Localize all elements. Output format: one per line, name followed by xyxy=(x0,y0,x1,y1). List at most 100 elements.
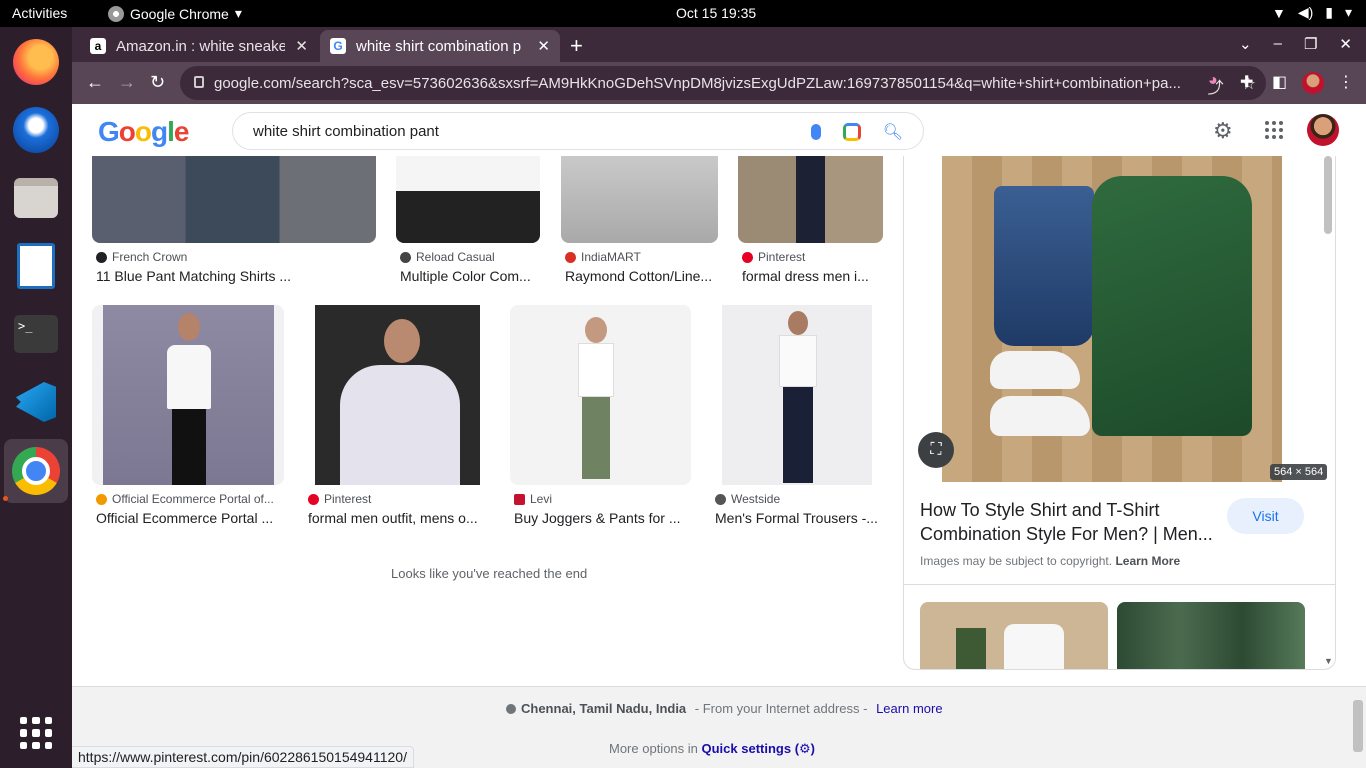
kebab-menu-icon[interactable]: ⋮ xyxy=(1338,72,1354,92)
result-title[interactable]: 11 Blue Pant Matching Shirts ... xyxy=(96,268,291,284)
result-title[interactable]: formal dress men i... xyxy=(742,268,869,284)
close-window-icon[interactable]: ✕ xyxy=(1339,35,1352,53)
dock-chrome[interactable] xyxy=(4,439,68,503)
clock[interactable]: Oct 15 19:35 xyxy=(676,5,756,21)
show-apps-icon[interactable] xyxy=(20,717,52,749)
result-image[interactable] xyxy=(92,156,376,243)
amazon-favicon-icon: a xyxy=(90,38,106,54)
result-title[interactable]: Men's Formal Trousers -... xyxy=(715,510,878,526)
tab-title: Amazon.in : white sneake xyxy=(116,37,286,55)
google-lens-icon[interactable] xyxy=(842,123,861,141)
location-suffix: - From your Internet address - xyxy=(691,701,872,716)
result-image[interactable] xyxy=(510,305,691,485)
quick-settings-link[interactable]: Quick settings xyxy=(702,741,792,756)
lock-icon[interactable] xyxy=(194,76,204,88)
side-panel-icon[interactable]: ◧ xyxy=(1272,72,1287,92)
microphone-icon[interactable] xyxy=(810,124,821,140)
color-extension-icon[interactable]: ◕ xyxy=(1208,72,1218,90)
files-icon xyxy=(14,178,58,218)
result-source[interactable]: Reload Casual xyxy=(400,250,495,264)
window-controls: ⌄ – ❐ ✕ xyxy=(1239,35,1352,53)
learn-more-link[interactable]: Learn More xyxy=(1115,554,1180,568)
scroll-down-arrow-icon[interactable]: ▼ xyxy=(1324,656,1333,666)
scrollbar-thumb[interactable] xyxy=(1324,156,1332,234)
more-options-text: More options in xyxy=(609,741,702,756)
result-title[interactable]: Multiple Color Com... xyxy=(400,268,531,284)
dock: >_ xyxy=(0,27,72,768)
result-image[interactable] xyxy=(738,156,883,243)
result-image[interactable] xyxy=(304,305,491,485)
result-source[interactable]: Pinterest xyxy=(742,250,805,264)
activities-button[interactable]: Activities xyxy=(12,5,67,21)
result-title[interactable]: formal men outfit, mens o... xyxy=(308,510,478,526)
result-source[interactable]: Levi xyxy=(514,492,552,506)
chrome-icon xyxy=(12,447,60,495)
dock-files[interactable] xyxy=(10,172,62,224)
source-favicon-icon xyxy=(715,493,726,505)
lens-search-icon[interactable]: ⛶ xyxy=(918,432,954,468)
related-image[interactable] xyxy=(1117,602,1305,669)
reload-icon[interactable]: ↻ xyxy=(150,72,165,93)
profile-avatar[interactable] xyxy=(1302,72,1324,94)
end-of-results-message: Looks like you've reached the end xyxy=(391,566,588,581)
forward-icon[interactable]: → xyxy=(118,72,136,93)
result-image[interactable] xyxy=(396,156,540,243)
related-image[interactable] xyxy=(920,602,1108,669)
google-header: Google white shirt combination pant 🔍︎ ⚙ xyxy=(72,104,1366,156)
quick-settings-gear-icon[interactable]: (⚙) xyxy=(795,741,815,756)
new-tab-button[interactable]: + xyxy=(570,33,583,59)
result-source[interactable]: Official Ecommerce Portal of... xyxy=(96,492,274,506)
learn-more-link[interactable]: Learn more xyxy=(876,701,942,716)
chrome-small-icon xyxy=(108,5,124,22)
result-image[interactable] xyxy=(92,305,284,485)
address-bar[interactable]: google.com/search?sca_esv=573602636&sxsr… xyxy=(180,66,1266,100)
minimize-icon[interactable]: – xyxy=(1274,35,1282,53)
account-avatar[interactable] xyxy=(1307,114,1339,146)
search-actions: 🔍︎ xyxy=(810,122,903,142)
preview-image[interactable] xyxy=(942,156,1282,482)
location-name: Chennai, Tamil Nadu, India xyxy=(521,701,687,716)
dock-writer[interactable] xyxy=(10,240,62,292)
result-source[interactable]: French Crown xyxy=(96,250,187,264)
dock-firefox[interactable] xyxy=(10,36,62,88)
system-tray[interactable]: ▼ ◀) ▮ ▾ xyxy=(1272,4,1352,21)
panel-scrollbar[interactable]: ▼ xyxy=(1322,156,1334,670)
result-image[interactable] xyxy=(711,305,883,485)
search-input[interactable]: white shirt combination pant 🔍︎ xyxy=(232,112,924,150)
page-scrollbar-thumb[interactable] xyxy=(1353,700,1363,752)
result-title[interactable]: Official Ecommerce Portal ... xyxy=(96,510,273,526)
tab-amazon[interactable]: a Amazon.in : white sneake ✕ xyxy=(80,30,318,62)
result-title[interactable]: Raymond Cotton/Line... xyxy=(565,268,712,284)
app-menu[interactable]: Google Chrome ▾ xyxy=(108,5,242,22)
link-status-bubble: https://www.pinterest.com/pin/6022861501… xyxy=(72,746,414,768)
result-source[interactable]: IndiaMART xyxy=(565,250,641,264)
result-image[interactable] xyxy=(561,156,718,243)
result-source[interactable]: Pinterest xyxy=(308,492,371,506)
firefox-icon xyxy=(13,39,59,85)
app-menu-label: Google Chrome xyxy=(130,5,229,22)
copyright-notice: Images may be subject to copyright. Lear… xyxy=(920,554,1180,568)
close-icon[interactable]: ✕ xyxy=(295,37,308,55)
source-favicon-icon xyxy=(96,251,107,263)
tab-google-search[interactable]: G white shirt combination p ✕ xyxy=(320,30,560,62)
tab-search-icon[interactable]: ⌄ xyxy=(1239,35,1252,53)
dock-thunderbird[interactable] xyxy=(10,104,62,156)
preview-title[interactable]: How To Style Shirt and T-Shirt Combinati… xyxy=(920,498,1220,546)
search-icon[interactable]: 🔍︎ xyxy=(883,122,903,142)
result-source[interactable]: Westside xyxy=(715,492,780,506)
result-title[interactable]: Buy Joggers & Pants for ... xyxy=(514,510,681,526)
maximize-icon[interactable]: ❐ xyxy=(1304,35,1317,53)
google-apps-icon[interactable] xyxy=(1265,121,1283,139)
google-logo[interactable]: Google xyxy=(98,116,189,148)
back-icon[interactable]: ← xyxy=(86,72,104,93)
settings-gear-icon[interactable]: ⚙ xyxy=(1213,118,1233,144)
extensions-puzzle-icon[interactable]: ✚ xyxy=(1240,72,1253,92)
close-icon[interactable]: ✕ xyxy=(537,37,550,55)
copyright-text: Images may be subject to copyright. xyxy=(920,554,1113,568)
source-name: Reload Casual xyxy=(416,250,495,264)
dock-vscode[interactable] xyxy=(10,376,62,428)
source-favicon-icon xyxy=(400,251,411,263)
visit-button[interactable]: Visit xyxy=(1227,498,1304,534)
dock-terminal[interactable]: >_ xyxy=(10,308,62,360)
battery-icon: ▮ xyxy=(1325,4,1333,20)
